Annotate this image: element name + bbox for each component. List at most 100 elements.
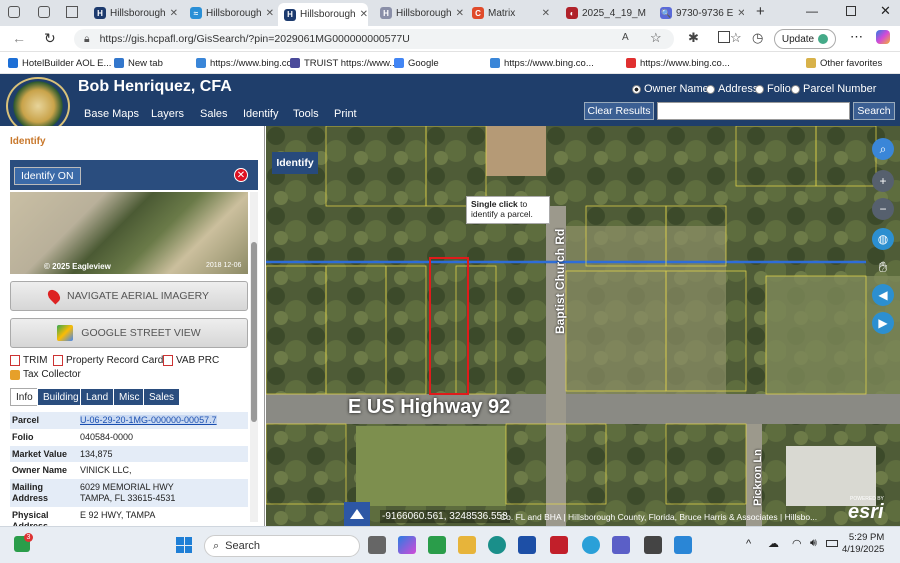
menu-tools[interactable]: Tools: [293, 108, 319, 120]
navigate-aerial-imagery-button[interactable]: NAVIGATE AERIAL IMAGERY: [10, 281, 248, 311]
split-screen-icon[interactable]: [718, 31, 730, 43]
detail-value[interactable]: U-06-29-20-1MG-000000-00057.7: [80, 415, 217, 425]
remote-desktop-icon[interactable]: [674, 536, 692, 554]
previous-extent-icon[interactable]: ◀: [872, 284, 894, 306]
menu-print[interactable]: Print: [334, 108, 357, 120]
volume-icon[interactable]: 🔊︎: [810, 537, 817, 550]
menu-layers[interactable]: Layers: [151, 108, 184, 120]
app-circle-icon[interactable]: [582, 536, 600, 554]
identify-map-button[interactable]: Identify: [272, 152, 318, 174]
copilot-icon[interactable]: [876, 30, 890, 44]
radio-icon[interactable]: [791, 84, 800, 94]
favorite-star-icon[interactable]: ☆: [650, 30, 662, 46]
workspaces-icon[interactable]: [8, 6, 20, 18]
vab-prc-link[interactable]: VAB PRC: [163, 355, 219, 366]
more-menu-icon[interactable]: ⋯: [850, 29, 863, 45]
search-input[interactable]: [657, 102, 850, 120]
tab-close-icon[interactable]: ✕: [266, 8, 274, 19]
app-l-icon[interactable]: [518, 536, 536, 554]
tab-info[interactable]: Info: [10, 388, 39, 406]
browser-tab[interactable]: 🔍 9730-9736 E ✕: [654, 3, 744, 23]
tab-close-icon[interactable]: ✕: [542, 8, 550, 19]
browser-tab[interactable]: H Hillsborough ✕: [88, 3, 178, 23]
copilot-app-icon[interactable]: [398, 536, 416, 554]
identify-on-button[interactable]: Identify ON: [14, 167, 81, 185]
search-option-folio[interactable]: Folio: [755, 83, 791, 95]
task-view-icon[interactable]: [368, 536, 386, 554]
tab-close-icon[interactable]: ✕: [170, 8, 178, 19]
edge-browser-icon[interactable]: [488, 536, 506, 554]
clear-results-button[interactable]: Clear Results: [584, 102, 654, 120]
tab-land[interactable]: Land: [80, 388, 115, 406]
panel-scrollbar[interactable]: [250, 192, 258, 522]
menu-identify[interactable]: Identify: [243, 108, 278, 120]
read-aloud-icon[interactable]: A: [622, 32, 629, 43]
favorite-link[interactable]: https://www.bing.co...: [626, 55, 730, 71]
full-extent-globe-icon[interactable]: ◍: [872, 228, 894, 250]
other-favorites[interactable]: Other favorites: [806, 55, 882, 71]
start-button[interactable]: [176, 537, 192, 553]
aerial-thumbnail-image[interactable]: © 2025 Eagleview 2018 12-06: [10, 192, 248, 274]
google-street-view-button[interactable]: GOOGLE STREET VIEW: [10, 318, 248, 348]
next-extent-icon[interactable]: ▶: [872, 312, 894, 334]
teams-icon[interactable]: [612, 536, 630, 554]
taskbar-search[interactable]: ⌕ Search: [204, 535, 360, 557]
browser-tab[interactable]: ◐2025_4_19_M✕: [560, 3, 650, 23]
update-button[interactable]: Update: [774, 29, 836, 49]
menu-sales[interactable]: Sales: [200, 108, 228, 120]
close-icon[interactable]: ✕: [234, 168, 248, 182]
back-icon[interactable]: ←: [12, 30, 26, 46]
browser-tab[interactable]: C Matrix ✕: [466, 3, 556, 23]
browser-tab[interactable]: ≈ Hillsborough ✕: [184, 3, 274, 23]
favorite-link[interactable]: TRUIST https://www....: [290, 55, 400, 71]
radio-icon[interactable]: [632, 84, 641, 94]
aerial-map[interactable]: E US Highway 92 Baptist Church Rd Pickro…: [266, 126, 900, 526]
photos-app-icon[interactable]: [428, 536, 446, 554]
battery-icon[interactable]: [826, 540, 838, 547]
search-button[interactable]: Search: [853, 102, 895, 120]
wifi-icon[interactable]: ◠: [792, 537, 802, 550]
tab-close-icon[interactable]: ✕: [456, 8, 464, 19]
trim-link[interactable]: TRIM: [10, 355, 47, 366]
zoom-out-icon[interactable]: −: [872, 198, 894, 220]
new-tab-button[interactable]: +: [756, 3, 765, 20]
chevron-up-icon[interactable]: ^: [746, 538, 751, 550]
search-option-parcel-number[interactable]: Parcel Number: [791, 83, 876, 95]
system-clock[interactable]: 5:29 PM 4/19/2025: [842, 532, 884, 557]
extensions-icon[interactable]: ✱: [688, 30, 699, 46]
zoom-in-icon[interactable]: +: [872, 170, 894, 192]
tax-collector-link[interactable]: Tax Collector: [10, 369, 81, 380]
close-window-button[interactable]: ✕: [880, 3, 891, 19]
tab-sales[interactable]: Sales: [143, 388, 181, 406]
mcafee-icon[interactable]: [550, 536, 568, 554]
search-option-address[interactable]: Address: [706, 83, 758, 95]
browser-tab[interactable]: H Hillsborough ✕: [278, 3, 368, 26]
radio-icon[interactable]: [706, 84, 715, 94]
favorites-icon[interactable]: ☆: [730, 30, 742, 46]
menu-base-maps[interactable]: Base Maps: [84, 108, 139, 120]
tab-building[interactable]: Building: [37, 388, 85, 406]
search-option-owner-name[interactable]: Owner Name: [632, 83, 709, 95]
favorite-link[interactable]: HotelBuilder AOL E...: [8, 55, 111, 71]
restore-button[interactable]: [846, 6, 856, 16]
favorite-link[interactable]: https://www.bing.co...: [196, 55, 300, 71]
overview-toggle-icon[interactable]: [344, 502, 370, 526]
browser-tab[interactable]: H Hillsborough ✕: [374, 3, 464, 23]
cloud-icon[interactable]: ☁: [768, 537, 779, 550]
tab-close-icon[interactable]: ✕: [360, 9, 368, 20]
favorite-link[interactable]: New tab: [114, 55, 163, 71]
history-icon[interactable]: ◷: [752, 30, 763, 46]
pan-hand-icon[interactable]: ✋︎: [872, 256, 894, 278]
minimize-button[interactable]: —: [806, 4, 818, 18]
favorite-link[interactable]: Google: [394, 55, 439, 71]
favorite-link[interactable]: https://www.bing.co...: [490, 55, 594, 71]
radio-icon[interactable]: [755, 84, 764, 94]
calculator-icon[interactable]: [644, 536, 662, 554]
collections-icon[interactable]: [38, 6, 50, 18]
url-field[interactable]: 🔒︎ https://gis.hcpafl.org/GisSearch/?pin…: [74, 29, 674, 49]
tab-misc[interactable]: Misc: [113, 388, 146, 406]
file-explorer-icon[interactable]: [458, 536, 476, 554]
zoom-search-icon[interactable]: ⌕: [872, 138, 894, 160]
tab-close-icon[interactable]: ✕: [737, 8, 744, 19]
property-record-card-link[interactable]: Property Record Card: [53, 355, 163, 366]
